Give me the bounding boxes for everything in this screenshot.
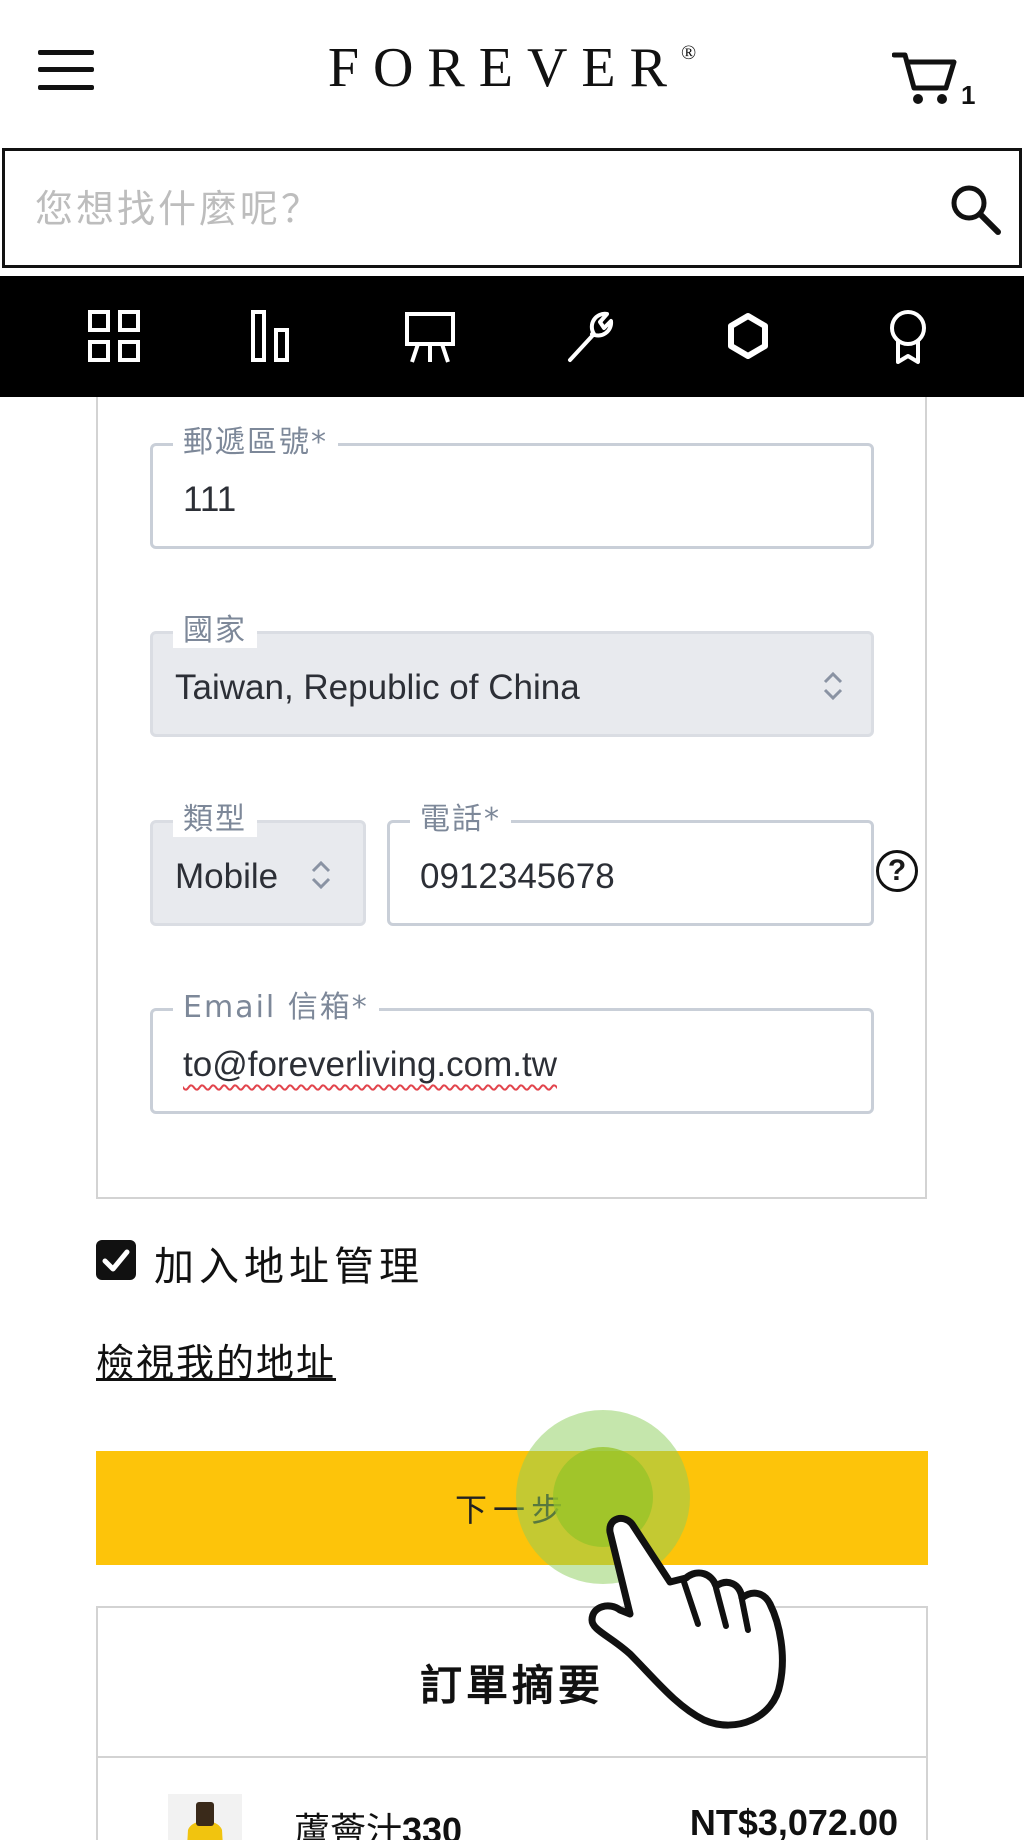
phone-type-value: Mobile xyxy=(175,857,279,896)
select-chevron-icon xyxy=(311,860,331,890)
postal-code-field[interactable]: 郵遞區號* 111 xyxy=(150,426,874,549)
search-button[interactable] xyxy=(949,183,1005,239)
country-select[interactable]: 國家 Taiwan, Republic of China xyxy=(150,614,874,737)
summary-divider xyxy=(98,1756,926,1758)
product-name-suffix: 330 xyxy=(402,1810,463,1840)
grid-icon[interactable] xyxy=(84,306,144,366)
hamburger-menu-icon[interactable] xyxy=(38,48,94,92)
phone-field[interactable]: 電話* 0912345678 xyxy=(387,803,874,926)
category-nav-bar xyxy=(0,276,1024,397)
phone-type-select[interactable]: 類型 Mobile xyxy=(150,803,366,926)
product-thumbnail[interactable] xyxy=(168,1794,242,1840)
cart-count-badge: 1 xyxy=(961,80,976,110)
email-label: Email 信箱* xyxy=(173,991,379,1025)
product-name[interactable]: 蘆薈汁330 xyxy=(294,1802,462,1840)
hexagon-icon[interactable] xyxy=(718,306,778,366)
phone-label: 電話* xyxy=(410,803,511,837)
site-header: FOREVER® 1 xyxy=(0,0,1024,148)
product-price: NT$3,072.00 xyxy=(689,1802,898,1840)
checkmark-icon xyxy=(102,1249,130,1272)
view-my-addresses-link[interactable]: 檢視我的地址 xyxy=(96,1332,336,1387)
country-label: 國家 xyxy=(173,614,257,648)
logo-text: FOREVER xyxy=(327,37,681,99)
save-address-label[interactable]: 加入地址管理 xyxy=(154,1234,424,1292)
bar-chart-icon[interactable] xyxy=(242,306,302,366)
postal-code-label: 郵遞區號* xyxy=(173,426,338,460)
country-value: Taiwan, Republic of China xyxy=(175,668,580,707)
order-summary-title: 訂單摘要 xyxy=(419,1661,604,1710)
order-summary: 訂單摘要 蘆薈汁330 NT$3,072.00 xyxy=(96,1606,928,1840)
product-name-prefix: 蘆薈汁 xyxy=(294,1811,403,1840)
help-icon[interactable]: ? xyxy=(876,850,918,892)
postal-code-value: 111 xyxy=(183,480,237,519)
email-value: to@foreverliving.com.tw xyxy=(183,1045,557,1084)
next-step-button[interactable]: 下一步 xyxy=(96,1451,928,1565)
search-input[interactable] xyxy=(35,181,915,237)
award-ribbon-icon[interactable] xyxy=(878,306,938,366)
wrench-icon[interactable] xyxy=(560,306,620,366)
phone-value: 0912345678 xyxy=(420,857,615,896)
shopping-cart-icon xyxy=(891,52,957,104)
search-icon xyxy=(951,185,1001,235)
save-address-checkbox[interactable] xyxy=(96,1240,136,1280)
search-bar xyxy=(2,148,1022,268)
email-field[interactable]: Email 信箱* to@foreverliving.com.tw xyxy=(150,991,874,1114)
cart-button[interactable]: 1 xyxy=(891,50,982,110)
brand-logo[interactable]: FOREVER® xyxy=(300,36,724,100)
phone-type-label: 類型 xyxy=(173,803,257,837)
select-chevron-icon xyxy=(823,671,843,701)
presentation-board-icon[interactable] xyxy=(400,306,460,366)
registered-mark: ® xyxy=(680,42,697,64)
